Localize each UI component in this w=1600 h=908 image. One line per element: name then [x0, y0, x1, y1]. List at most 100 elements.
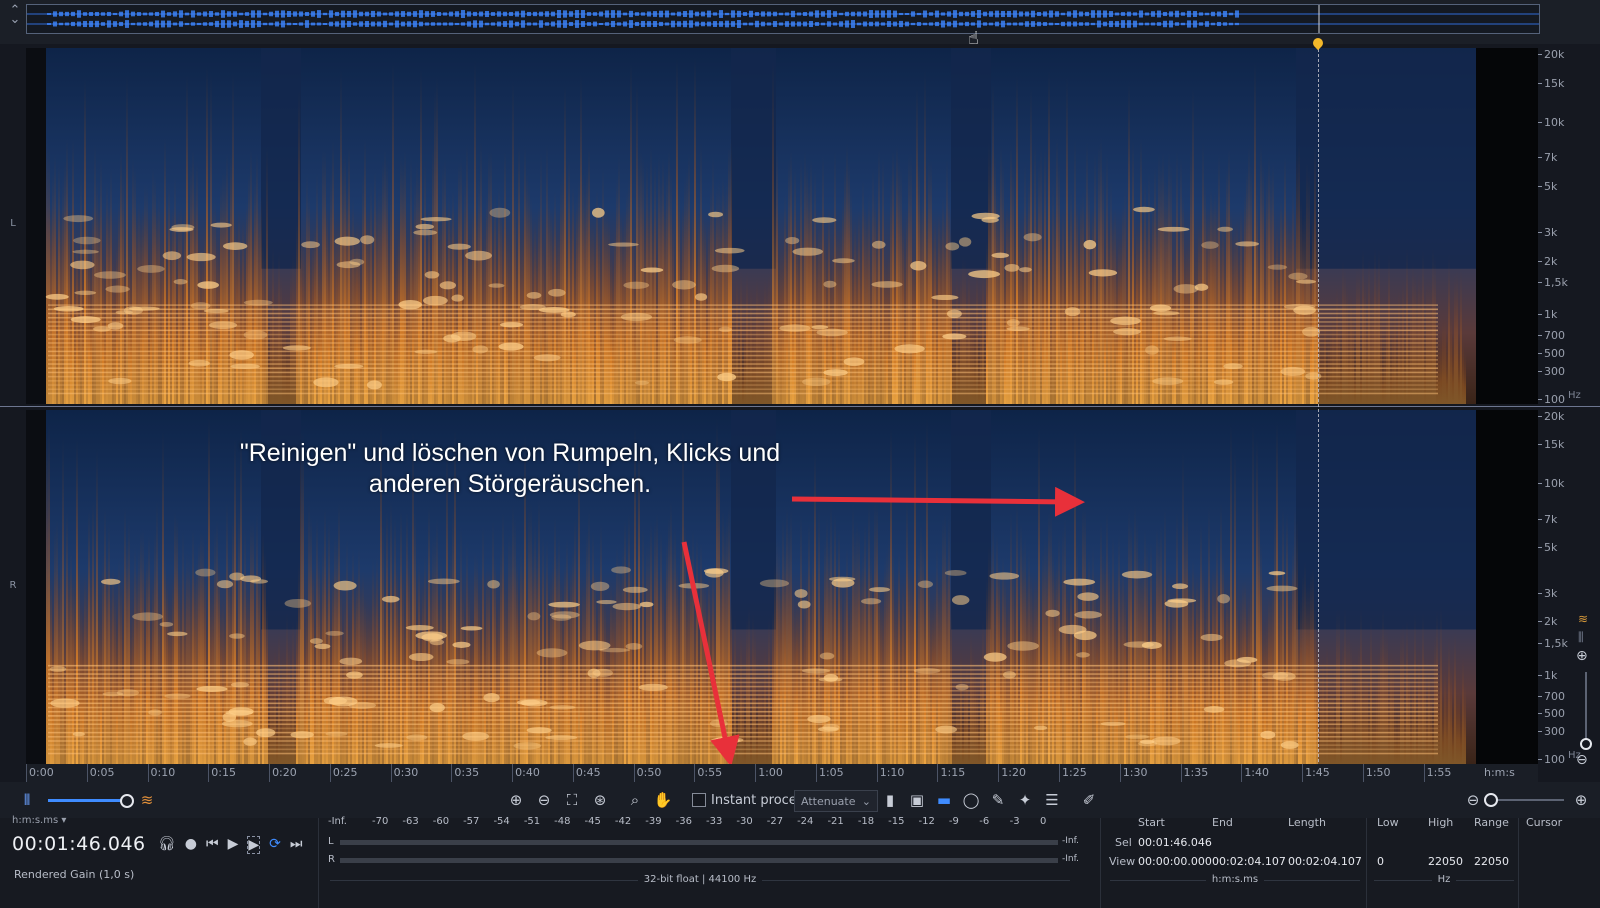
divider — [1518, 818, 1519, 908]
meter-scale: -Inf. -70 -63 -60 -57 -54 -51 -48 -45 -42 -39 -36 -3… — [328, 816, 1068, 830]
meter-left-peak: -Inf. — [1062, 836, 1079, 846]
meter-scale-label: -27 — [766, 816, 784, 827]
time-tick-label: 0:10 — [147, 764, 175, 782]
time-tick-label: 0:40 — [512, 764, 540, 782]
bottom-panel: h:m:s.ms ▾ 00:01:46.046 🎧︎ ● ⏮︎ ▶ ▶ ⟳ ⏭︎… — [0, 815, 1600, 908]
time-tick-label: 1:50 — [1362, 764, 1391, 782]
divider — [1366, 818, 1367, 908]
horizontal-zoom-slider[interactable] — [1490, 799, 1564, 801]
zoom-selection-icon[interactable]: ⛶ — [561, 790, 583, 810]
loop-icon[interactable]: ⟳ — [269, 836, 281, 854]
horizontal-zoom-in-icon[interactable]: ⊕ — [1570, 790, 1592, 810]
brush-select-icon[interactable]: ✎ — [987, 790, 1009, 810]
freq-unit-label: Hz — [1374, 874, 1514, 885]
header-length: Length — [1288, 816, 1326, 829]
waveform-view-icon[interactable]: ⦀ — [16, 790, 38, 810]
low-value[interactable]: 0 — [1377, 855, 1384, 868]
magnify-icon[interactable]: ⌕ — [624, 790, 646, 810]
time-tick-label: 1:40 — [1241, 764, 1269, 782]
format-info: 32-bit float | 44100 Hz — [330, 874, 1070, 885]
ratio-slider-knob[interactable] — [120, 794, 134, 808]
time-tick-label: 1:10 — [876, 764, 904, 782]
ratio-slider-fill — [48, 799, 126, 802]
time-tick-label: 0:20 — [269, 764, 297, 782]
meter-scale-label: -48 — [554, 816, 571, 827]
instant-process-checkbox[interactable] — [692, 790, 706, 810]
time-tick-label: 1:25 — [1059, 764, 1087, 782]
time-tick-label: 1:05 — [815, 764, 844, 782]
view-length-value[interactable]: 00:02:04.107 — [1288, 855, 1362, 868]
meter-scale-label: -24 — [797, 816, 814, 827]
sel-start-value[interactable]: 00:01:46.046 — [1138, 836, 1212, 849]
spectrogram-view-icon[interactable]: ≋ — [136, 790, 158, 810]
lasso-icon[interactable]: ◯ — [960, 790, 982, 810]
meter-right-bar — [340, 858, 1058, 863]
time-tick-label: 1:20 — [998, 764, 1026, 782]
freq-unit-text: Hz — [1431, 874, 1457, 885]
time-ruler-unit: h:m:s — [1484, 766, 1515, 779]
view-end-value[interactable]: 00:02:04.107 — [1212, 855, 1286, 868]
view-start-value[interactable]: 00:00:00.000 — [1138, 855, 1212, 868]
meter-scale-label: -6 — [979, 816, 990, 827]
meter-scale-label: -36 — [675, 816, 692, 827]
time-tick-label: 1:45 — [1302, 764, 1330, 782]
time-tick-label: 1:30 — [1119, 764, 1147, 782]
hand-tool-icon[interactable]: ✋ — [652, 790, 674, 810]
meter-left-label: L — [328, 836, 334, 847]
chevron-down-icon: ⌄ — [861, 794, 871, 808]
time-frequency-select-icon[interactable]: ▣ — [906, 790, 928, 810]
meter-scale-label: -57 — [463, 816, 480, 827]
time-tick-label: 0:50 — [633, 764, 661, 782]
meter-scale-label: -33 — [706, 816, 723, 827]
meter-scale-label: -42 — [614, 816, 632, 827]
skip-back-icon[interactable]: ⏮︎ — [206, 836, 219, 854]
frequency-select-icon[interactable]: ▬ — [933, 790, 955, 810]
time-tick-label: 0:15 — [208, 764, 236, 782]
divider — [1100, 818, 1101, 908]
view-row-label: View — [1109, 855, 1136, 868]
time-tick-label: 0:35 — [451, 764, 479, 782]
transport-controls: 🎧︎ ● ⏮︎ ▶ ▶ ⟳ ⏭︎ — [158, 836, 303, 854]
header-low: Low — [1377, 816, 1399, 829]
magic-wand-icon[interactable]: ✦ — [1014, 790, 1036, 810]
time-unit-text: h:m:s.ms — [1205, 874, 1265, 885]
meter-scale-label: -39 — [645, 816, 662, 827]
meter-scale-label: -51 — [523, 816, 541, 827]
meter-scale-label: -63 — [402, 816, 419, 827]
time-tick-label: 1:55 — [1423, 764, 1451, 782]
header-range: Range — [1474, 816, 1509, 829]
horizontal-zoom-knob[interactable] — [1484, 793, 1498, 807]
record-icon[interactable]: ● — [185, 836, 197, 854]
sel-row-label: Sel — [1115, 836, 1132, 849]
time-tick-label: 1:15 — [937, 764, 965, 782]
time-select-icon[interactable]: ▮ — [879, 790, 901, 810]
range-value[interactable]: 22050 — [1474, 855, 1509, 868]
time-format-dropdown[interactable]: h:m:s.ms ▾ — [12, 815, 66, 826]
zoom-fit-icon[interactable]: ⊛ — [589, 790, 611, 810]
mode-dropdown[interactable]: Attenuate ⌄ — [794, 790, 878, 812]
timecode-display: 00:01:46.046 — [12, 833, 146, 855]
high-value[interactable]: 22050 — [1428, 855, 1463, 868]
time-tick-label: 0:25 — [329, 764, 358, 782]
meter-scale-label: -30 — [736, 816, 753, 827]
zoom-in-icon[interactable]: ⊕ — [505, 790, 527, 810]
meter-scale-label: -21 — [827, 816, 844, 827]
play-selection-icon[interactable]: ▶ — [247, 836, 261, 854]
mode-dropdown-value: Attenuate — [801, 794, 856, 808]
headphones-icon[interactable]: 🎧︎ — [158, 836, 176, 854]
time-ruler[interactable]: h:m:s 0:00 0:05 0:10 0:15 0:20 0:25 0:30 0:35 0:… — [26, 764, 1538, 782]
header-start: Start — [1138, 816, 1165, 829]
zoom-out-icon[interactable]: ⊖ — [533, 790, 555, 810]
divider — [318, 818, 319, 908]
meter-scale-label: -Inf. — [328, 816, 347, 827]
annotation-arrow-down — [681, 541, 740, 767]
play-icon[interactable]: ▶ — [228, 836, 239, 854]
skip-forward-icon[interactable]: ⏭︎ — [290, 836, 303, 854]
checkbox-box[interactable] — [692, 793, 706, 807]
time-unit-label: h:m:s.ms — [1110, 874, 1360, 885]
horizontal-zoom-out-icon[interactable]: ⊖ — [1462, 790, 1484, 810]
harmonic-select-icon[interactable]: ☰ — [1041, 790, 1063, 810]
annotation-arrow-right — [791, 486, 1085, 517]
pencil-icon[interactable]: ✐ — [1078, 790, 1100, 810]
time-tick-label: 1:00 — [755, 764, 783, 782]
